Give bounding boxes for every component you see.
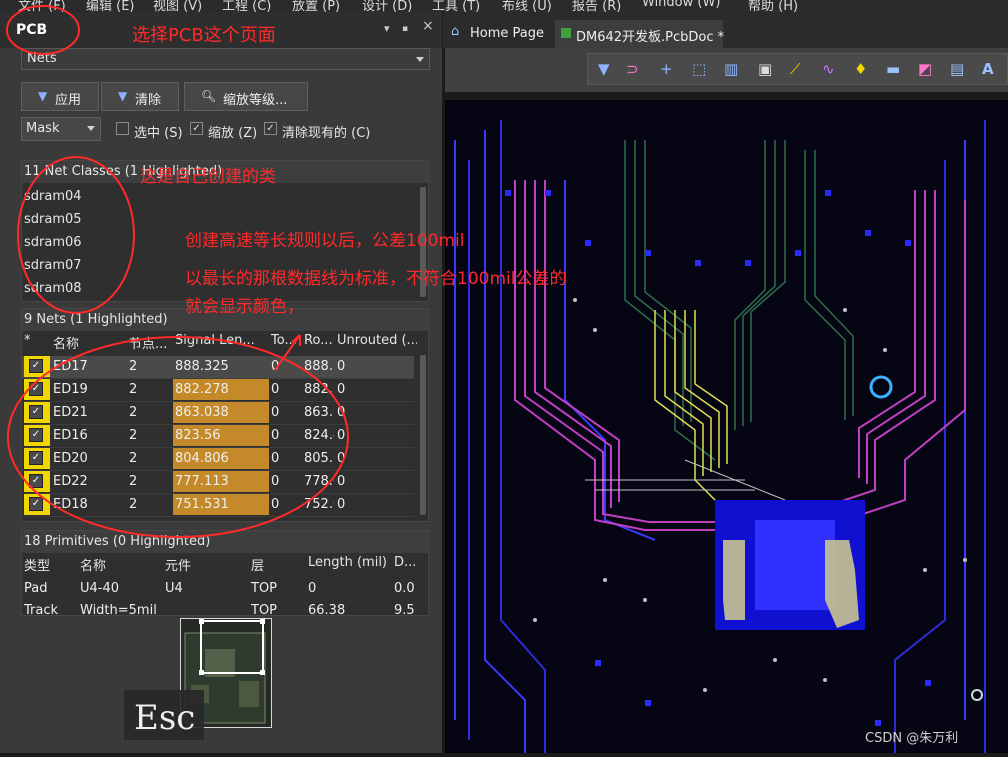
annotation-overlay bbox=[6, 5, 349, 538]
annotation-rule-line3: 就会显示颜色， bbox=[185, 297, 304, 317]
annotation-rule-line2: 以最长的那根数据线为标准，不符合100mil公差的 bbox=[185, 269, 567, 289]
annotation-select-page: 选择PCB这个页面 bbox=[132, 25, 276, 46]
annotation-own-class: 这是自己创建的类 bbox=[140, 167, 276, 187]
annotation-rule-line1: 创建高速等长规则以后，公差100mil bbox=[185, 231, 465, 251]
watermark: CSDN @朱万利 bbox=[865, 731, 959, 746]
